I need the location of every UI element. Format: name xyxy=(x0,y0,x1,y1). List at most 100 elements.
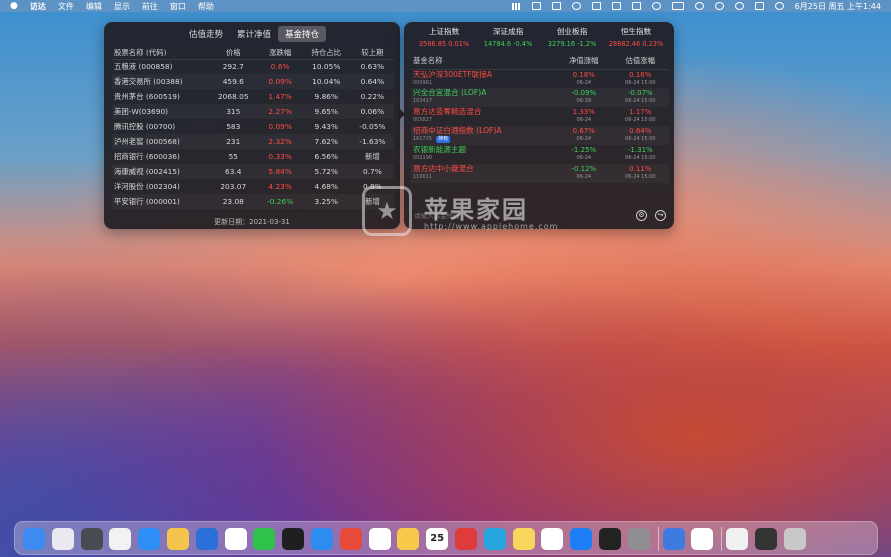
fund-app-icon[interactable] xyxy=(541,528,564,550)
activity-icon[interactable] xyxy=(691,528,714,550)
table-row[interactable]: 招商银行 (600036) 55 0.33% 6.56% 新增 xyxy=(112,149,394,164)
settings-icon[interactable]: ⚙ xyxy=(636,210,647,221)
exit-icon[interactable]: ↪ xyxy=(655,210,666,221)
pin-icon[interactable] xyxy=(551,2,561,10)
index-item[interactable]: 恒生指数 28882.46 0.23% xyxy=(604,26,668,48)
rocket-icon[interactable] xyxy=(80,528,103,550)
fund-row[interactable]: 招商中证白酒指数 (LOF)A 161725 持有 0.67% 06-24 0.64% 06… xyxy=(411,126,669,145)
table-row[interactable]: 香港交易所 (00388) 459.6 0.09% 10.04% 0.64% xyxy=(112,74,394,89)
xcode-icon[interactable] xyxy=(195,528,218,550)
fund-status-icon[interactable] xyxy=(511,2,521,10)
stock-prev: 新增 xyxy=(364,152,380,161)
nav-date: 06-24 xyxy=(576,79,592,86)
table-row[interactable]: 海康威视 (002415) 63.4 5.84% 5.72% 0.7% xyxy=(112,164,394,179)
fund-row[interactable]: 天弘沪深300ETF联接A 000961 0.18% 06-24 0.16% 06-24 … xyxy=(411,69,669,88)
index-value: 28882.46 0.23% xyxy=(608,40,664,48)
stock-share: 9.43% xyxy=(314,122,338,131)
fund-row[interactable]: 易方达中小盘混合 110011 -0.12% 06-24 0.11% 06-24 15:0… xyxy=(411,164,669,183)
stock-change: 0.09% xyxy=(268,122,292,131)
menu-item-help[interactable]: 帮助 xyxy=(198,1,214,12)
index-value: 14784.6 -0.4% xyxy=(483,40,533,48)
menu-item-edit[interactable]: 编辑 xyxy=(86,1,102,12)
testflight-icon[interactable] xyxy=(311,528,333,550)
stock-share: 4.68% xyxy=(314,182,338,191)
nav-change-cell: -0.09% 06-39 xyxy=(556,88,612,107)
bookmark-icon[interactable] xyxy=(531,2,541,10)
settings-icon[interactable] xyxy=(627,528,650,550)
screen-icon[interactable] xyxy=(755,528,777,550)
apple-menu-icon[interactable]: ● xyxy=(10,1,18,11)
tab-fund-holdings[interactable]: 基金持仓 xyxy=(278,26,327,42)
menu-item-window[interactable]: 窗口 xyxy=(170,1,186,12)
document-icon[interactable] xyxy=(726,528,749,550)
est-date: 06-24 15:00 xyxy=(625,79,656,86)
notion-icon[interactable] xyxy=(224,528,247,550)
stock-change: 2.27% xyxy=(259,104,302,119)
chrome-icon[interactable] xyxy=(109,528,132,550)
stock-prev: 0.22% xyxy=(360,92,385,101)
index-item[interactable]: 创业板指 3279.16 -1.2% xyxy=(540,26,604,48)
reminders-icon[interactable] xyxy=(368,528,391,550)
app-icon[interactable] xyxy=(167,528,189,550)
table-row[interactable]: 五粮液 (000858) 292.7 0.6% 10.05% 0.63% xyxy=(112,59,394,74)
fund-row[interactable]: 兴全合宜混合 (LOF)A 163417 -0.09% 06-39 -0.07% 06-2… xyxy=(411,88,669,107)
qq-icon[interactable] xyxy=(282,528,305,550)
table-row[interactable]: 平安银行 (000001) 23.08 -0.26% 3.25% 新增 xyxy=(112,194,394,209)
trash-icon[interactable] xyxy=(783,528,806,550)
fund-name: 招商中证白酒指数 (LOF)A xyxy=(413,126,502,135)
menu-item-go[interactable]: 前往 xyxy=(142,1,158,12)
notes-icon[interactable] xyxy=(512,528,535,550)
wifi-icon[interactable] xyxy=(694,2,704,10)
chart-icon[interactable] xyxy=(631,2,641,10)
table-row[interactable]: 泸州老窖 (000568) 231 2.32% 7.62% -1.63% xyxy=(112,134,394,149)
index-item[interactable]: 深证成指 14784.6 -0.4% xyxy=(476,26,540,48)
wps-icon[interactable] xyxy=(339,528,362,550)
stocks-icon[interactable] xyxy=(397,528,420,550)
table-row[interactable]: 洋河股份 (002304) 203.07 4.23% 4.68% 0.8% xyxy=(112,179,394,194)
menu-item-view[interactable]: 显示 xyxy=(114,1,130,12)
table-row[interactable]: 腾讯控股 (00700) 583 0.09% 9.43% -0.05% xyxy=(112,119,394,134)
terminal-icon[interactable] xyxy=(599,528,621,550)
iu-icon[interactable] xyxy=(662,528,685,550)
finder-icon[interactable] xyxy=(23,528,45,550)
bluetooth-icon[interactable] xyxy=(714,2,724,10)
battery-icon[interactable] xyxy=(671,2,684,10)
table-row[interactable]: 美团-W(03690) 315 2.27% 9.65% 0.06% xyxy=(112,104,394,119)
index-name: 恒生指数 xyxy=(620,27,652,36)
grid-icon[interactable] xyxy=(611,2,621,10)
netease-music-icon[interactable] xyxy=(455,528,477,550)
tab-cumulative-nav[interactable]: 累计净值 xyxy=(230,26,278,42)
siri-icon[interactable] xyxy=(774,2,784,10)
stock-share: 5.72% xyxy=(302,164,351,179)
index-item[interactable]: 上证指数 3586.85 0.01% xyxy=(412,26,476,48)
display-icon[interactable] xyxy=(591,2,601,10)
menu-item-finder[interactable]: 访达 xyxy=(30,1,46,12)
stock-price: 203.07 xyxy=(220,182,247,191)
safari-icon[interactable] xyxy=(138,528,161,550)
index-value: 3279.16 -1.2% xyxy=(547,40,597,48)
launchpad-icon[interactable] xyxy=(51,528,74,550)
stock-name: 香港交易所 (00388) xyxy=(112,74,208,89)
control-center-icon[interactable] xyxy=(754,2,764,10)
nav-date: 06-39 xyxy=(576,98,592,104)
fund-row[interactable]: 易方达蓝筹精选混合 005827 1.33% 06-24 1.17% 06-24 15:0… xyxy=(411,107,669,126)
wechat-icon[interactable] xyxy=(253,528,276,550)
nav-change-cell: 1.33% 06-24 xyxy=(556,107,612,126)
est-change-cell: -0.07% 06-24 15:00 xyxy=(612,88,669,107)
calendar-icon[interactable]: 25 xyxy=(426,528,449,550)
stock-price: 583 xyxy=(226,122,241,131)
table-row[interactable]: 贵州茅台 (600519) 2068.05 1.47% 9.86% 0.22% xyxy=(112,89,394,104)
column-header-fund-name: 基金名称 xyxy=(411,53,556,70)
app-store-icon[interactable] xyxy=(570,528,593,550)
tab-valuation-trend[interactable]: 估值走势 xyxy=(182,26,230,42)
fund-name: 天弘沪深300ETF联接A xyxy=(413,69,493,79)
menu-item-file[interactable]: 文件 xyxy=(58,1,74,12)
fund-row[interactable]: 农银新能源主题 002190 -1.25% 06-24 -1.31% 06-24 15:0… xyxy=(411,145,669,164)
telegram-icon[interactable] xyxy=(483,528,506,550)
airplane-icon[interactable] xyxy=(571,2,581,10)
fund-code: 000961 xyxy=(413,79,433,86)
menu-clock[interactable]: 6月25日 周五 上午1:44 xyxy=(795,1,881,12)
search-icon[interactable] xyxy=(734,2,744,10)
record-icon[interactable] xyxy=(651,2,661,10)
stock-name: 泸州老窖 (000568) xyxy=(112,134,208,149)
